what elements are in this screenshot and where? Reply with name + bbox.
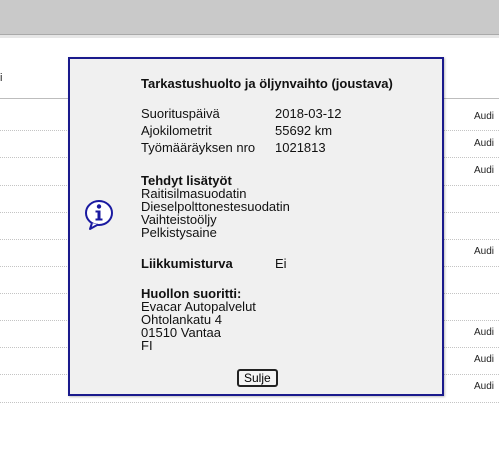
field-value: 55692 km [275, 123, 333, 138]
table-row-make[interactable]: Audi [474, 246, 494, 257]
mobility-label: Liikkumisturva [141, 256, 233, 271]
extra-work-list: Raitisilmasuodatin Dieselpolttonestesuod… [141, 187, 290, 239]
dialog-title: Tarkastushuolto ja öljynvaihto (joustava… [141, 76, 393, 91]
field-label: Suorituspäivä [141, 106, 220, 121]
field-value: 2018-03-12 [275, 106, 342, 121]
top-bar-shadow [0, 35, 499, 38]
field-label: Työmääräyksen nro [141, 140, 256, 155]
field-label: Ajokilometrit [141, 123, 212, 138]
table-row-make[interactable]: Audi [474, 138, 494, 149]
close-button[interactable]: Sulje [237, 369, 278, 387]
table-row-make[interactable]: Audi [474, 327, 494, 338]
table-row-make[interactable]: Audi [474, 381, 494, 392]
table-row-divider [0, 402, 499, 403]
provider-postal: 01510 Vantaa [141, 325, 221, 340]
service-detail-dialog: Tarkastushuolto ja öljynvaihto (joustava… [68, 57, 444, 396]
provider-country: FI [141, 338, 153, 353]
app-page: i Audi Audi Audi Audi Audi Audi Audi Tar… [0, 0, 499, 453]
table-row-make[interactable]: Audi [474, 111, 494, 122]
list-item: Pelkistysaine [141, 225, 217, 240]
table-row-make[interactable]: Audi [474, 165, 494, 176]
field-value: 1021813 [275, 140, 326, 155]
info-icon [83, 198, 117, 232]
table-header-fragment: i [0, 72, 3, 84]
table-row-make[interactable]: Audi [474, 354, 494, 365]
mobility-value: Ei [275, 256, 287, 271]
top-bar [0, 0, 499, 35]
provider-address: Evacar Autopalvelut Ohtolankatu 4 01510 … [141, 300, 256, 352]
